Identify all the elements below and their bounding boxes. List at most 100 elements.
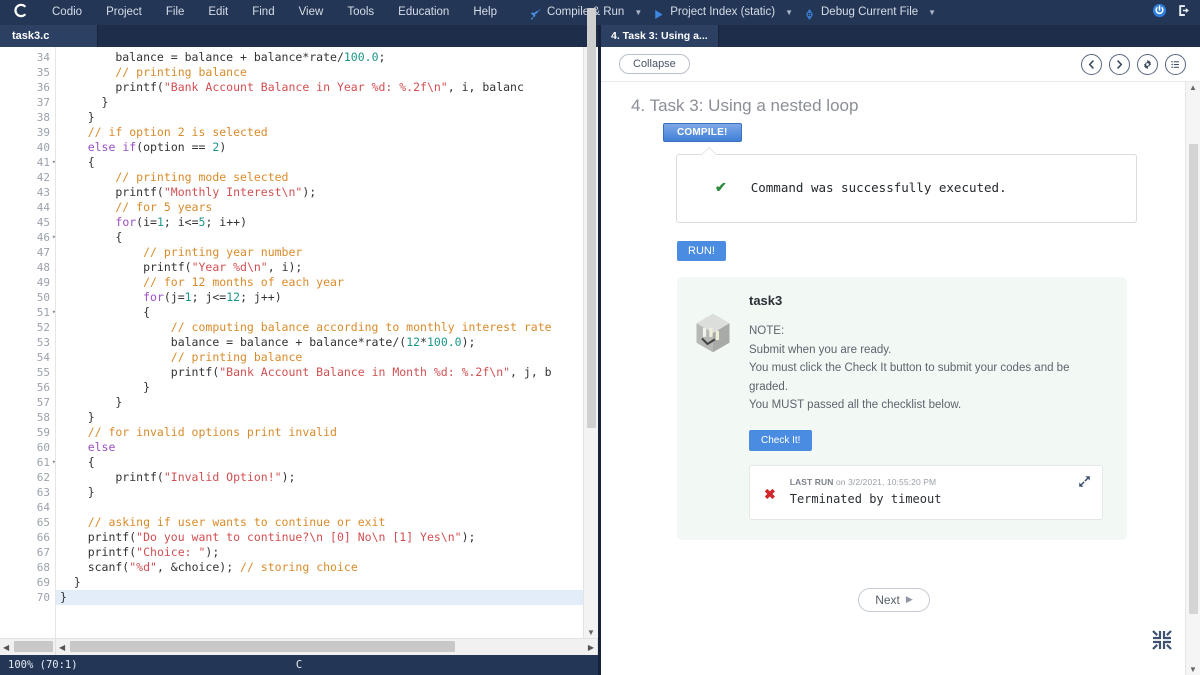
code-line[interactable]: printf("Do you want to continue?\n [0] N… [56, 530, 598, 545]
line-number: 61 ▾ [36, 456, 56, 469]
code-line[interactable]: // for invalid options print invalid [56, 425, 598, 440]
code-line[interactable]: // computing balance according to monthl… [56, 320, 598, 335]
menu-item-edit[interactable]: Edit [196, 0, 240, 25]
gear-icon[interactable] [1137, 53, 1158, 75]
code-line[interactable]: } [56, 380, 598, 395]
code-line[interactable] [56, 500, 598, 515]
project-index-caret-icon[interactable]: ▼ [785, 0, 793, 25]
run-button[interactable]: RUN! [677, 241, 726, 261]
gutter-hscroll-thumb[interactable] [14, 641, 53, 652]
file-tab-task3c[interactable]: task3.c [0, 25, 98, 47]
guide-scroll-up-icon[interactable]: ▲ [1189, 82, 1197, 93]
task-note-line: Submit when you are ready. [749, 343, 892, 356]
code-line[interactable]: printf("Choice: "); [56, 545, 598, 560]
code-line[interactable]: printf("Bank Account Balance in Year %d:… [56, 80, 598, 95]
code-line[interactable]: else if(option == 2) [56, 140, 598, 155]
menu-item-find[interactable]: Find [240, 0, 286, 25]
line-number: 68 [36, 561, 50, 574]
code-hscroll-thumb[interactable] [70, 641, 456, 652]
editor-vscroll-thumb[interactable] [586, 7, 596, 428]
code-token: // computing balance according to monthl… [60, 320, 552, 334]
code-line[interactable]: } [56, 410, 598, 425]
code-hscroll-track[interactable] [68, 639, 585, 655]
menu-item-help[interactable]: Help [461, 0, 509, 25]
guide-vertical-scrollbar[interactable]: ▲ ▼ [1185, 82, 1200, 675]
code-scroll-left-icon[interactable]: ◀ [56, 643, 68, 652]
gutter-hscrollbar[interactable]: ◀ [0, 639, 56, 655]
line-number: 46 ▾ [36, 231, 56, 244]
code-line[interactable]: } [56, 590, 598, 605]
code-line[interactable]: { [56, 155, 598, 170]
code-line[interactable]: printf("Bank Account Balance in Month %d… [56, 365, 598, 380]
code-token: ; [378, 50, 386, 64]
guide-scroll-down-icon[interactable]: ▼ [1189, 664, 1197, 675]
code-line[interactable]: // if option 2 is selected [56, 125, 598, 140]
task-note-line: You must click the Check It button to su… [749, 362, 1070, 374]
code-token: } [60, 590, 67, 604]
guide-tab-task3[interactable]: 4. Task 3: Using a... [601, 25, 719, 47]
menu-item-view[interactable]: View [287, 0, 336, 25]
code-line[interactable]: } [56, 95, 598, 110]
code-line[interactable]: // asking if user wants to continue or e… [56, 515, 598, 530]
guide-vscroll-thumb[interactable] [1188, 143, 1198, 614]
code-line[interactable]: balance = balance + balance*rate/100.0; [56, 50, 598, 65]
compile-button[interactable]: COMPILE! [663, 123, 742, 142]
code-line[interactable]: printf("Monthly Interest\n"); [56, 185, 598, 200]
menu-item-project[interactable]: Project [94, 0, 154, 25]
menu-item-codio[interactable]: Codio [40, 0, 94, 25]
code-scroll-right-icon[interactable]: ▶ [585, 643, 597, 652]
debug-current-file-button[interactable]: Debug Current File ▼ [797, 0, 940, 25]
codio-logo-icon[interactable] [0, 3, 40, 23]
project-index-button[interactable]: Project Index (static) ▼ [646, 0, 797, 25]
code-line[interactable]: } [56, 110, 598, 125]
menu-item-education[interactable]: Education [386, 0, 461, 25]
list-icon[interactable] [1165, 53, 1186, 75]
editor-vertical-scrollbar[interactable]: ▲ ▼ [583, 7, 598, 638]
compile-and-run-button[interactable]: Compile & Run ▼ [523, 0, 646, 25]
scroll-down-arrow-icon[interactable]: ▼ [587, 627, 595, 638]
code-hscrollbar[interactable]: ◀ ▶ [56, 639, 598, 655]
code-line[interactable]: // for 12 months of each year [56, 275, 598, 290]
compile-and-run-caret-icon[interactable]: ▼ [634, 0, 642, 25]
next-icon[interactable] [1109, 53, 1130, 75]
task-note-line: graded. [749, 380, 789, 393]
exit-fullscreen-icon[interactable] [1150, 628, 1174, 657]
prev-icon[interactable] [1081, 53, 1102, 75]
code-line[interactable]: for(i=1; i<=5; i++) [56, 215, 598, 230]
main-menubar: Codio Project File Edit Find View Tools … [0, 0, 1200, 25]
code-line[interactable]: // printing year number [56, 245, 598, 260]
power-icon[interactable] [1152, 3, 1167, 23]
code-line[interactable]: scanf("%d", &choice); // storing choice [56, 560, 598, 575]
code-text-area[interactable]: balance = balance + balance*rate/100.0 ; … [56, 47, 598, 638]
code-line[interactable]: // printing mode selected [56, 170, 598, 185]
code-line[interactable]: } [56, 575, 598, 590]
next-button[interactable]: Next ▶ [858, 587, 930, 612]
gutter-scroll-left-icon[interactable]: ◀ [0, 643, 12, 652]
code-line[interactable]: for(j=1; j<=12; j++) [56, 290, 598, 305]
collapse-button[interactable]: Collapse [619, 54, 690, 74]
check-it-button[interactable]: Check It! [749, 429, 813, 451]
menu-item-tools[interactable]: Tools [335, 0, 386, 25]
code-line[interactable]: { [56, 305, 598, 320]
line-number: 63 [36, 486, 50, 499]
task-name: task3 [749, 293, 783, 308]
code-line[interactable]: else [56, 440, 598, 455]
gutter-hscroll-track[interactable] [12, 639, 55, 655]
debug-icon [803, 6, 816, 20]
code-line[interactable]: } [56, 485, 598, 500]
code-line[interactable]: printf("Invalid Option!"); [56, 470, 598, 485]
debug-current-file-caret-icon[interactable]: ▼ [928, 0, 936, 25]
code-line[interactable]: // printing balance [56, 65, 598, 80]
menu-item-file[interactable]: File [154, 0, 197, 25]
codio-ide-window: Codio Project File Edit Find View Tools … [0, 0, 1200, 675]
code-line[interactable]: printf("Year %d\n", i); [56, 260, 598, 275]
code-line[interactable]: // for 5 years [56, 200, 598, 215]
code-editor[interactable]: 34 35 36 37 38 39 40 41 ▾ 42 43 44 45 46 ▾ 47 48 49 50 51 ▾ 5… [0, 7, 598, 638]
code-line[interactable]: } [56, 395, 598, 410]
code-line[interactable]: balance = balance + balance*rate/(12*100… [56, 335, 598, 350]
logout-icon[interactable] [1177, 3, 1192, 23]
code-line[interactable]: { [56, 230, 598, 245]
code-line[interactable]: { [56, 455, 598, 470]
code-line[interactable]: // printing balance [56, 350, 598, 365]
expand-icon[interactable] [1078, 475, 1091, 493]
